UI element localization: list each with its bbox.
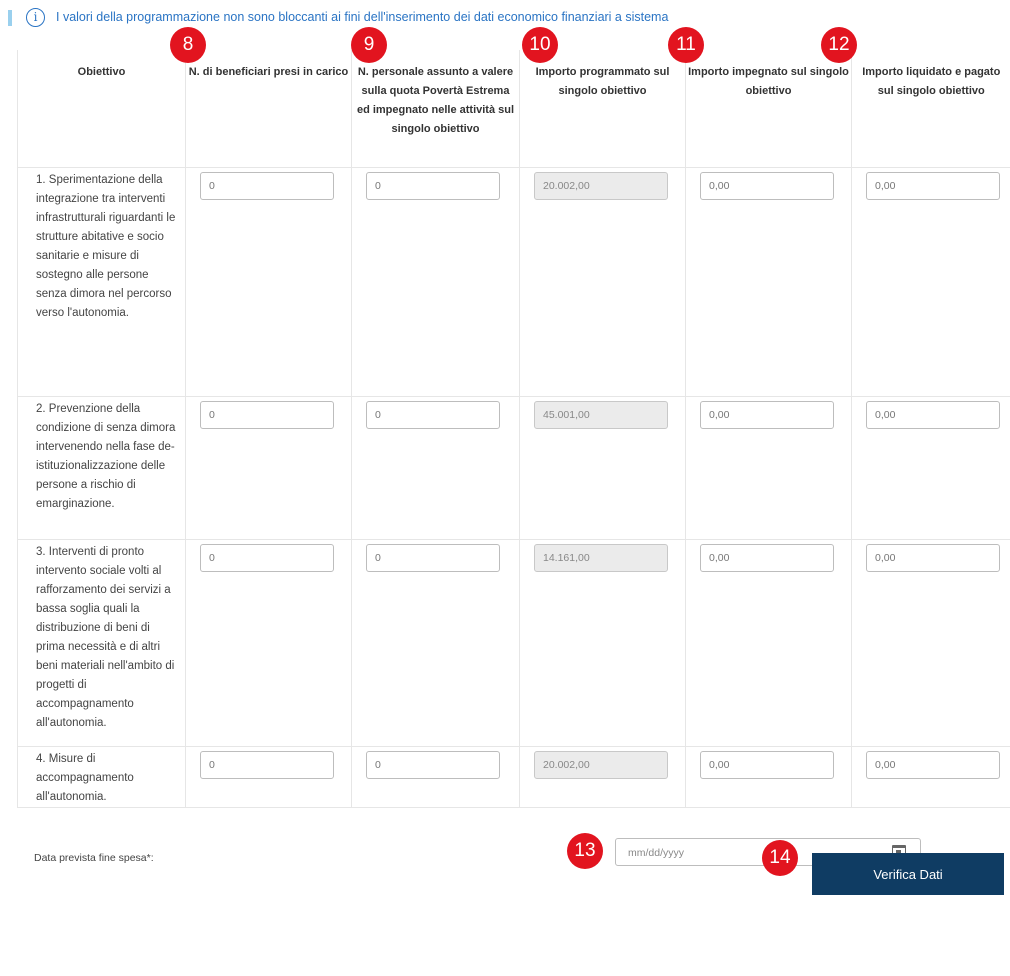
beneficiari-input[interactable] [200, 400, 334, 429]
table-header-row: Obiettivo N. di beneficiari presi in car… [17, 50, 1010, 168]
objective-text: 2. Prevenzione della condizione di senza… [17, 396, 186, 540]
table-row: 4. Misure di accompagnamento all'autonom… [17, 746, 1010, 808]
objectives-table: Obiettivo N. di beneficiari presi in car… [17, 50, 1010, 808]
impegnato-input[interactable] [700, 750, 834, 779]
objective-text: 4. Misure di accompagnamento all'autonom… [17, 746, 186, 808]
personale-input[interactable] [366, 543, 500, 572]
header-beneficiari: N. di beneficiari presi in carico [185, 50, 352, 168]
marker-badge: 8 [170, 27, 206, 63]
programmato-field [534, 750, 668, 779]
header-personale: N. personale assunto a valere sulla quot… [351, 50, 520, 168]
impegnato-input[interactable] [700, 171, 834, 200]
notice-accent [8, 10, 12, 26]
impegnato-input[interactable] [700, 400, 834, 429]
marker-badge: 12 [821, 27, 857, 63]
notice-text: I valori della programmazione non sono b… [56, 10, 669, 24]
marker-badge: 11 [668, 27, 704, 63]
liquidato-input[interactable] [866, 400, 1000, 429]
programmato-field [534, 171, 668, 200]
marker-badge: 10 [522, 27, 558, 63]
header-programmato: Importo programmato sul singolo obiettiv… [519, 50, 686, 168]
date-label: Data prevista fine spesa*: [34, 852, 154, 864]
objective-text: 3. Interventi di pronto intervento socia… [17, 539, 186, 747]
table-row: 2. Prevenzione della condizione di senza… [17, 396, 1010, 540]
programmato-field [534, 400, 668, 429]
impegnato-input[interactable] [700, 543, 834, 572]
beneficiari-input[interactable] [200, 543, 334, 572]
verify-data-button[interactable]: Verifica Dati [812, 853, 1004, 895]
info-circle-icon: i [26, 8, 45, 27]
beneficiari-input[interactable] [200, 171, 334, 200]
header-obiettivo: Obiettivo [17, 50, 186, 168]
personale-input[interactable] [366, 171, 500, 200]
objective-text: 1. Sperimentazione della integrazione tr… [17, 167, 186, 397]
header-impegnato: Importo impegnato sul singolo obiettivo [685, 50, 852, 168]
personale-input[interactable] [366, 400, 500, 429]
beneficiari-input[interactable] [200, 750, 334, 779]
notice-bar: i I valori della programmazione non sono… [0, 6, 1010, 30]
marker-badge: 14 [762, 840, 798, 876]
marker-badge: 9 [351, 27, 387, 63]
marker-badge: 13 [567, 833, 603, 869]
personale-input[interactable] [366, 750, 500, 779]
table-row: 1. Sperimentazione della integrazione tr… [17, 167, 1010, 397]
liquidato-input[interactable] [866, 171, 1000, 200]
liquidato-input[interactable] [866, 543, 1000, 572]
table-row: 3. Interventi di pronto intervento socia… [17, 539, 1010, 747]
liquidato-input[interactable] [866, 750, 1000, 779]
header-liquidato: Importo liquidato e pagato sul singolo o… [851, 50, 1010, 168]
programmato-field [534, 543, 668, 572]
